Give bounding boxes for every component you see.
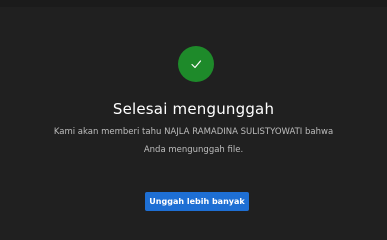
success-checkmark-badge — [178, 46, 214, 82]
page-title: Selesai mengunggah — [112, 100, 275, 118]
top-bar — [0, 0, 387, 7]
checkmark-icon — [191, 60, 202, 69]
message-line-1: Kami akan memberi tahu NAJLA RAMADINA SU… — [53, 127, 334, 137]
message-line-2: Anda mengunggah file. — [143, 145, 244, 155]
upload-more-button[interactable]: Unggah lebih banyak — [145, 192, 249, 211]
notification-message: Kami akan memberi tahu NAJLA RAMADINA SU… — [40, 123, 347, 159]
upload-complete-dialog: Selesai mengunggah Kami akan memberi tah… — [0, 0, 387, 240]
